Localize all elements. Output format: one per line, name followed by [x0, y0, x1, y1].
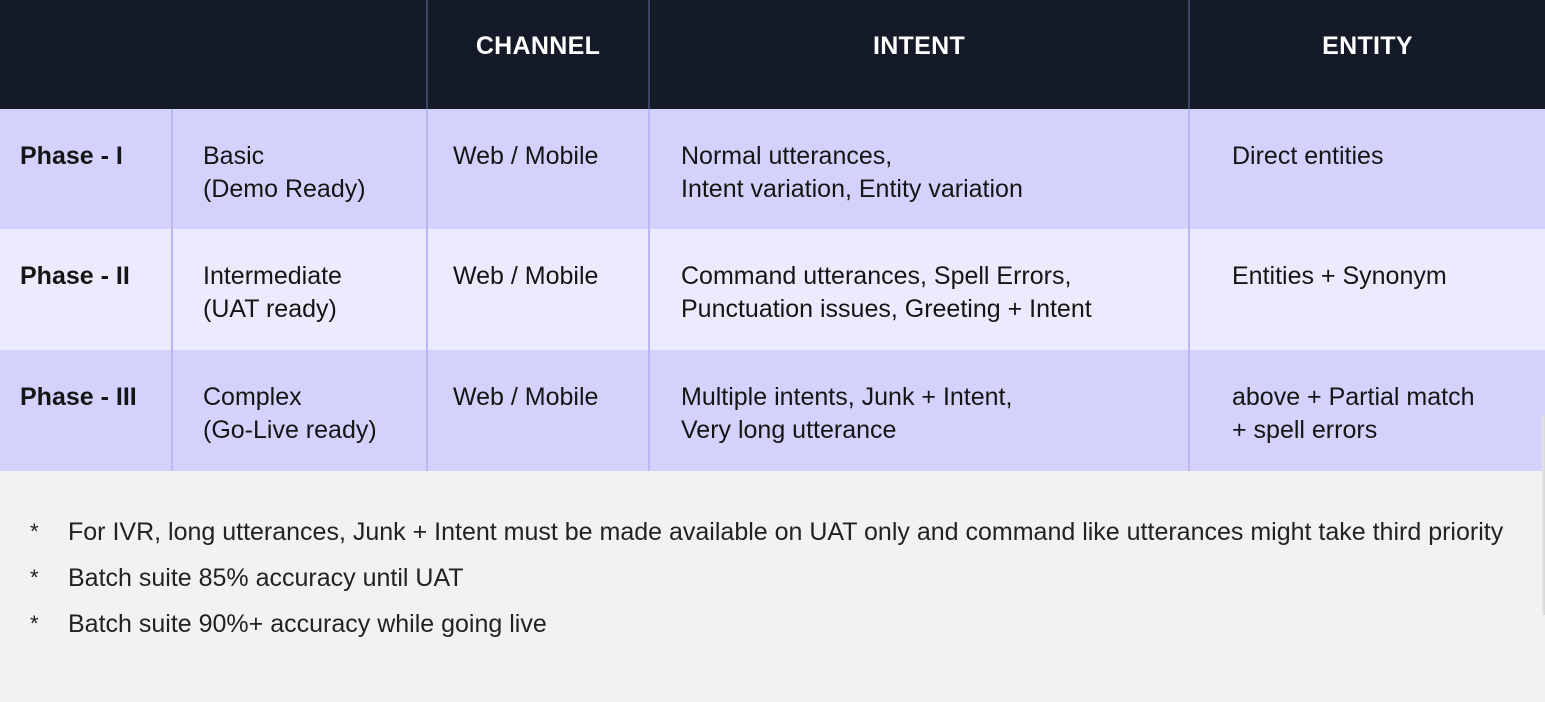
level-cell: Complex (Go-Live ready): [171, 350, 426, 471]
note-item: * For IVR, long utterances, Junk + Inten…: [30, 515, 1510, 549]
table-row: Phase - II Intermediate (UAT ready) Web …: [0, 229, 1545, 350]
header-intent-label: INTENT: [872, 32, 966, 60]
table-row: Phase - III Complex (Go-Live ready) Web …: [0, 350, 1545, 471]
note-item: * Batch suite 90%+ accuracy while going …: [30, 607, 1510, 641]
header-blank: [0, 0, 426, 109]
entity-cell: above + Partial match + spell errors: [1188, 350, 1545, 471]
phase-cell: Phase - I: [20, 142, 123, 170]
entity-cell: Direct entities: [1188, 109, 1545, 229]
channel-cell: Web / Mobile: [426, 350, 648, 471]
header-channel-label: CHANNEL: [475, 32, 601, 60]
header-intent: INTENT: [648, 0, 1188, 109]
table-header-row: CHANNEL INTENT ENTITY: [0, 0, 1545, 109]
header-channel: CHANNEL: [426, 0, 648, 109]
intent-cell: Multiple intents, Junk + Intent, Very lo…: [648, 350, 1188, 471]
level-cell: Intermediate (UAT ready): [171, 229, 426, 350]
entity-cell: Entities + Synonym: [1188, 229, 1545, 350]
asterisk-bullet-icon: *: [30, 611, 39, 636]
header-entity: ENTITY: [1188, 0, 1545, 109]
phase-cell: Phase - II: [20, 262, 130, 290]
table-row: Phase - I Basic (Demo Ready) Web / Mobil…: [0, 109, 1545, 229]
phase-table: CHANNEL INTENT ENTITY Phase - I Basic (D…: [0, 0, 1545, 471]
level-cell: Basic (Demo Ready): [171, 109, 426, 229]
asterisk-bullet-icon: *: [30, 519, 39, 544]
channel-cell: Web / Mobile: [426, 229, 648, 350]
note-item: * Batch suite 85% accuracy until UAT: [30, 561, 1510, 595]
notes-list: * For IVR, long utterances, Junk + Inten…: [30, 515, 1510, 653]
header-entity-label: ENTITY: [1322, 32, 1413, 60]
channel-cell: Web / Mobile: [426, 109, 648, 229]
asterisk-bullet-icon: *: [30, 565, 39, 590]
intent-cell: Normal utterances, Intent variation, Ent…: [648, 109, 1188, 229]
intent-cell: Command utterances, Spell Errors, Punctu…: [648, 229, 1188, 350]
phase-cell: Phase - III: [20, 383, 137, 411]
